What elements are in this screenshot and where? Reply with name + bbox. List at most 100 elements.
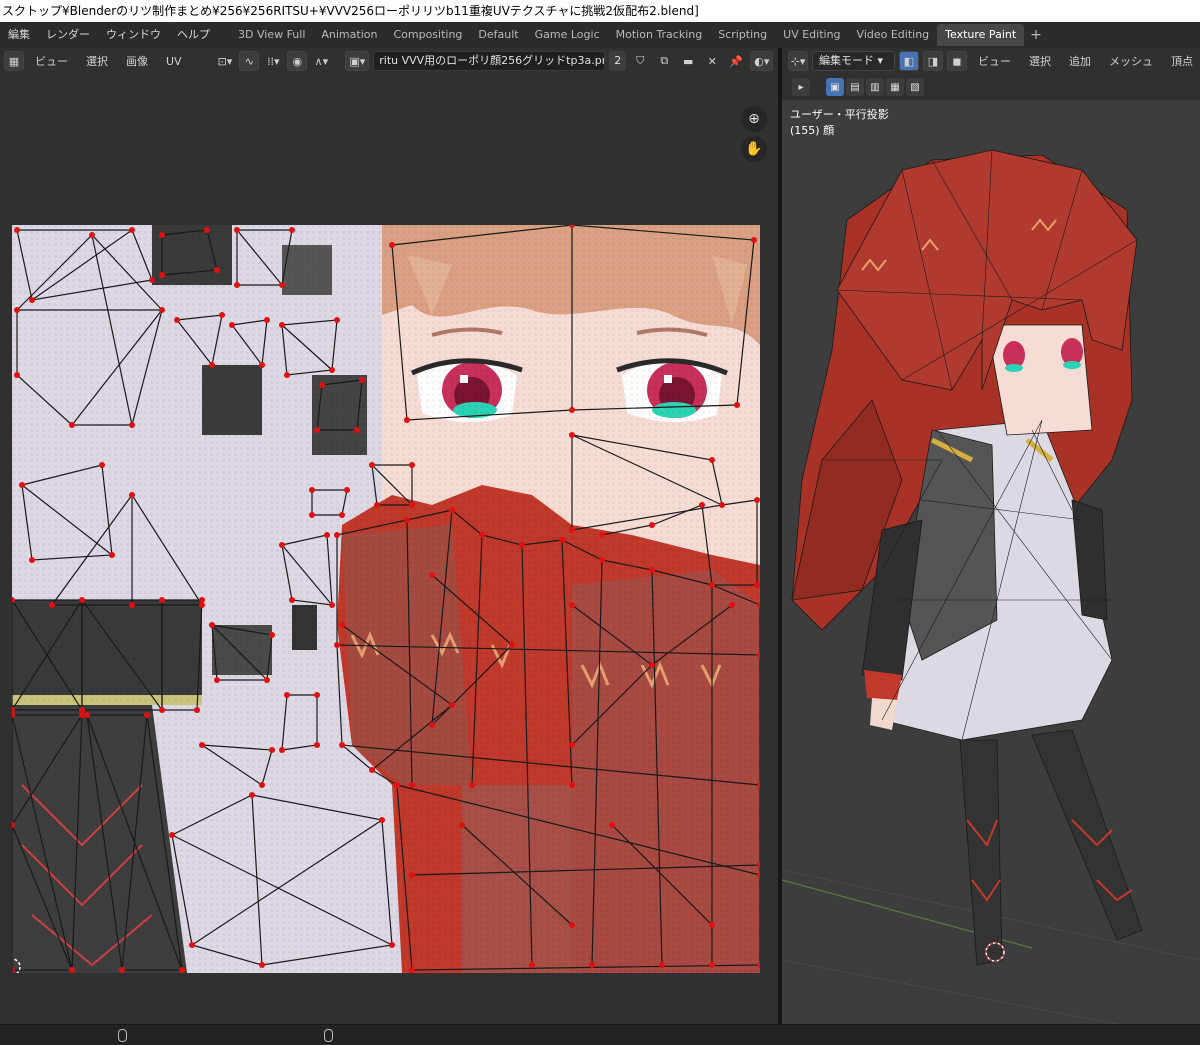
uv-vertex[interactable]	[259, 962, 265, 968]
uv-vertex[interactable]	[469, 782, 475, 788]
close-icon[interactable]: ✕	[702, 51, 722, 71]
uv-vertex[interactable]	[309, 487, 315, 493]
uv-vertex[interactable]	[699, 502, 705, 508]
uv-vertex[interactable]	[729, 602, 735, 608]
uv-vertex[interactable]	[314, 742, 320, 748]
fake-user-icon[interactable]: ⛉	[630, 51, 650, 71]
tab-compositing[interactable]: Compositing	[385, 24, 470, 46]
uv-vertex[interactable]	[209, 622, 215, 628]
vp-menu-add[interactable]: 追加	[1062, 53, 1098, 69]
uv-vertex[interactable]	[529, 962, 535, 968]
uv-vertex[interactable]	[344, 487, 350, 493]
uv-vertex[interactable]	[159, 707, 165, 713]
open-image-icon[interactable]: ▬	[678, 51, 698, 71]
uv-vertex[interactable]	[709, 922, 715, 928]
uv-vertex[interactable]	[559, 537, 565, 543]
uv-vertex[interactable]	[279, 282, 285, 288]
select-extend-icon[interactable]: ▤	[846, 78, 864, 96]
uv-vertex[interactable]	[29, 297, 35, 303]
uv-vertex[interactable]	[569, 527, 575, 533]
uv-vertex[interactable]	[339, 742, 345, 748]
uv-vertex[interactable]	[234, 282, 240, 288]
viewport-editor-type-icon[interactable]: ⊹▾	[788, 51, 808, 71]
uv-vertex[interactable]	[339, 512, 345, 518]
uv-vertex[interactable]	[229, 322, 235, 328]
uv-vertex[interactable]	[609, 822, 615, 828]
uv-vertex[interactable]	[309, 512, 315, 518]
new-image-icon[interactable]: ⧉	[654, 51, 674, 71]
uv-vertex[interactable]	[479, 532, 485, 538]
select-invert-icon[interactable]: ▦	[886, 78, 904, 96]
uv-vertex[interactable]	[409, 462, 415, 468]
uv-vertex[interactable]	[649, 522, 655, 528]
uv-vertex[interactable]	[289, 597, 295, 603]
tab-uv-editing[interactable]: UV Editing	[775, 24, 848, 46]
uv-vertex[interactable]	[329, 367, 335, 373]
pivot-icon[interactable]: ⊡▾	[215, 51, 236, 71]
uv-vertex[interactable]	[109, 552, 115, 558]
uv-vertex[interactable]	[69, 967, 75, 973]
uv-vertex[interactable]	[284, 692, 290, 698]
tab-texture-paint[interactable]: Texture Paint	[937, 24, 1025, 46]
uv-vertex[interactable]	[279, 747, 285, 753]
uv-vertex[interactable]	[429, 722, 435, 728]
uv-vertex[interactable]	[709, 457, 715, 463]
uv-vertex[interactable]	[289, 227, 295, 233]
uv-vertex[interactable]	[589, 962, 595, 968]
uv-vertex[interactable]	[264, 317, 270, 323]
uv-vertex[interactable]	[69, 422, 75, 428]
tab-game-logic[interactable]: Game Logic	[527, 24, 608, 46]
uv-vertex[interactable]	[279, 542, 285, 548]
tab-video-editing[interactable]: Video Editing	[849, 24, 938, 46]
uv-vertex[interactable]	[314, 692, 320, 698]
uv-vertex[interactable]	[119, 967, 125, 973]
uv-vertex[interactable]	[429, 572, 435, 578]
uv-vertex[interactable]	[204, 227, 210, 233]
vp-menu-mesh[interactable]: メッシュ	[1102, 53, 1160, 69]
uv-vertex[interactable]	[199, 597, 205, 603]
uv-vertex[interactable]	[159, 597, 165, 603]
select-intersect-icon[interactable]: ▧	[906, 78, 924, 96]
uv-vertex[interactable]	[379, 817, 385, 823]
uv-vertex[interactable]	[359, 377, 365, 383]
uv-vertex[interactable]	[189, 942, 195, 948]
mode-selector[interactable]: 編集モード ▾	[812, 51, 895, 71]
uv-vertex[interactable]	[79, 597, 85, 603]
image-name-field[interactable]: ritu VVV用のローポリ顔256グリッドtp3a.png	[373, 51, 606, 71]
uv-menu-uv[interactable]: UV	[159, 55, 189, 68]
uv-vertex[interactable]	[509, 642, 515, 648]
vp-menu-view[interactable]: ビュー	[971, 53, 1018, 69]
uv-vertex[interactable]	[314, 427, 320, 433]
uv-vertex[interactable]	[144, 712, 150, 718]
uv-vertex[interactable]	[14, 372, 20, 378]
vp-menu-select[interactable]: 選択	[1022, 53, 1058, 69]
falloff-icon[interactable]: ∧▾	[311, 51, 331, 71]
uv-vertex[interactable]	[149, 277, 155, 283]
uv-vertex[interactable]	[259, 362, 265, 368]
uv-vertex[interactable]	[179, 967, 185, 973]
uv-vertex[interactable]	[709, 962, 715, 968]
uv-vertex[interactable]	[449, 702, 455, 708]
uv-vertex[interactable]	[19, 482, 25, 488]
uv-vertex[interactable]	[599, 557, 605, 563]
uv-vertex[interactable]	[214, 677, 220, 683]
hand-icon[interactable]: ✋	[741, 136, 767, 162]
magnifier-plus-icon[interactable]: ⊕	[741, 106, 767, 132]
uv-vertex[interactable]	[649, 567, 655, 573]
tab-scripting[interactable]: Scripting	[710, 24, 775, 46]
uv-vertex[interactable]	[409, 502, 415, 508]
menu-render[interactable]: レンダー	[38, 22, 98, 48]
uv-vertex[interactable]	[369, 462, 375, 468]
viewport-canvas[interactable]: ユーザー・平行投影 (155) 顔	[782, 100, 1200, 1024]
uv-vertex[interactable]	[409, 872, 415, 878]
proportional-edit-icon[interactable]: ◉	[287, 51, 308, 71]
uv-vertex[interactable]	[219, 312, 225, 318]
uv-vertex[interactable]	[159, 232, 165, 238]
uv-vertex[interactable]	[264, 677, 270, 683]
uv-vertex[interactable]	[174, 317, 180, 323]
uv-vertex[interactable]	[459, 822, 465, 828]
uv-texture-image[interactable]	[12, 225, 760, 973]
uv-vertex[interactable]	[269, 632, 275, 638]
uv-vertex[interactable]	[214, 267, 220, 273]
uv-vertex[interactable]	[599, 532, 605, 538]
